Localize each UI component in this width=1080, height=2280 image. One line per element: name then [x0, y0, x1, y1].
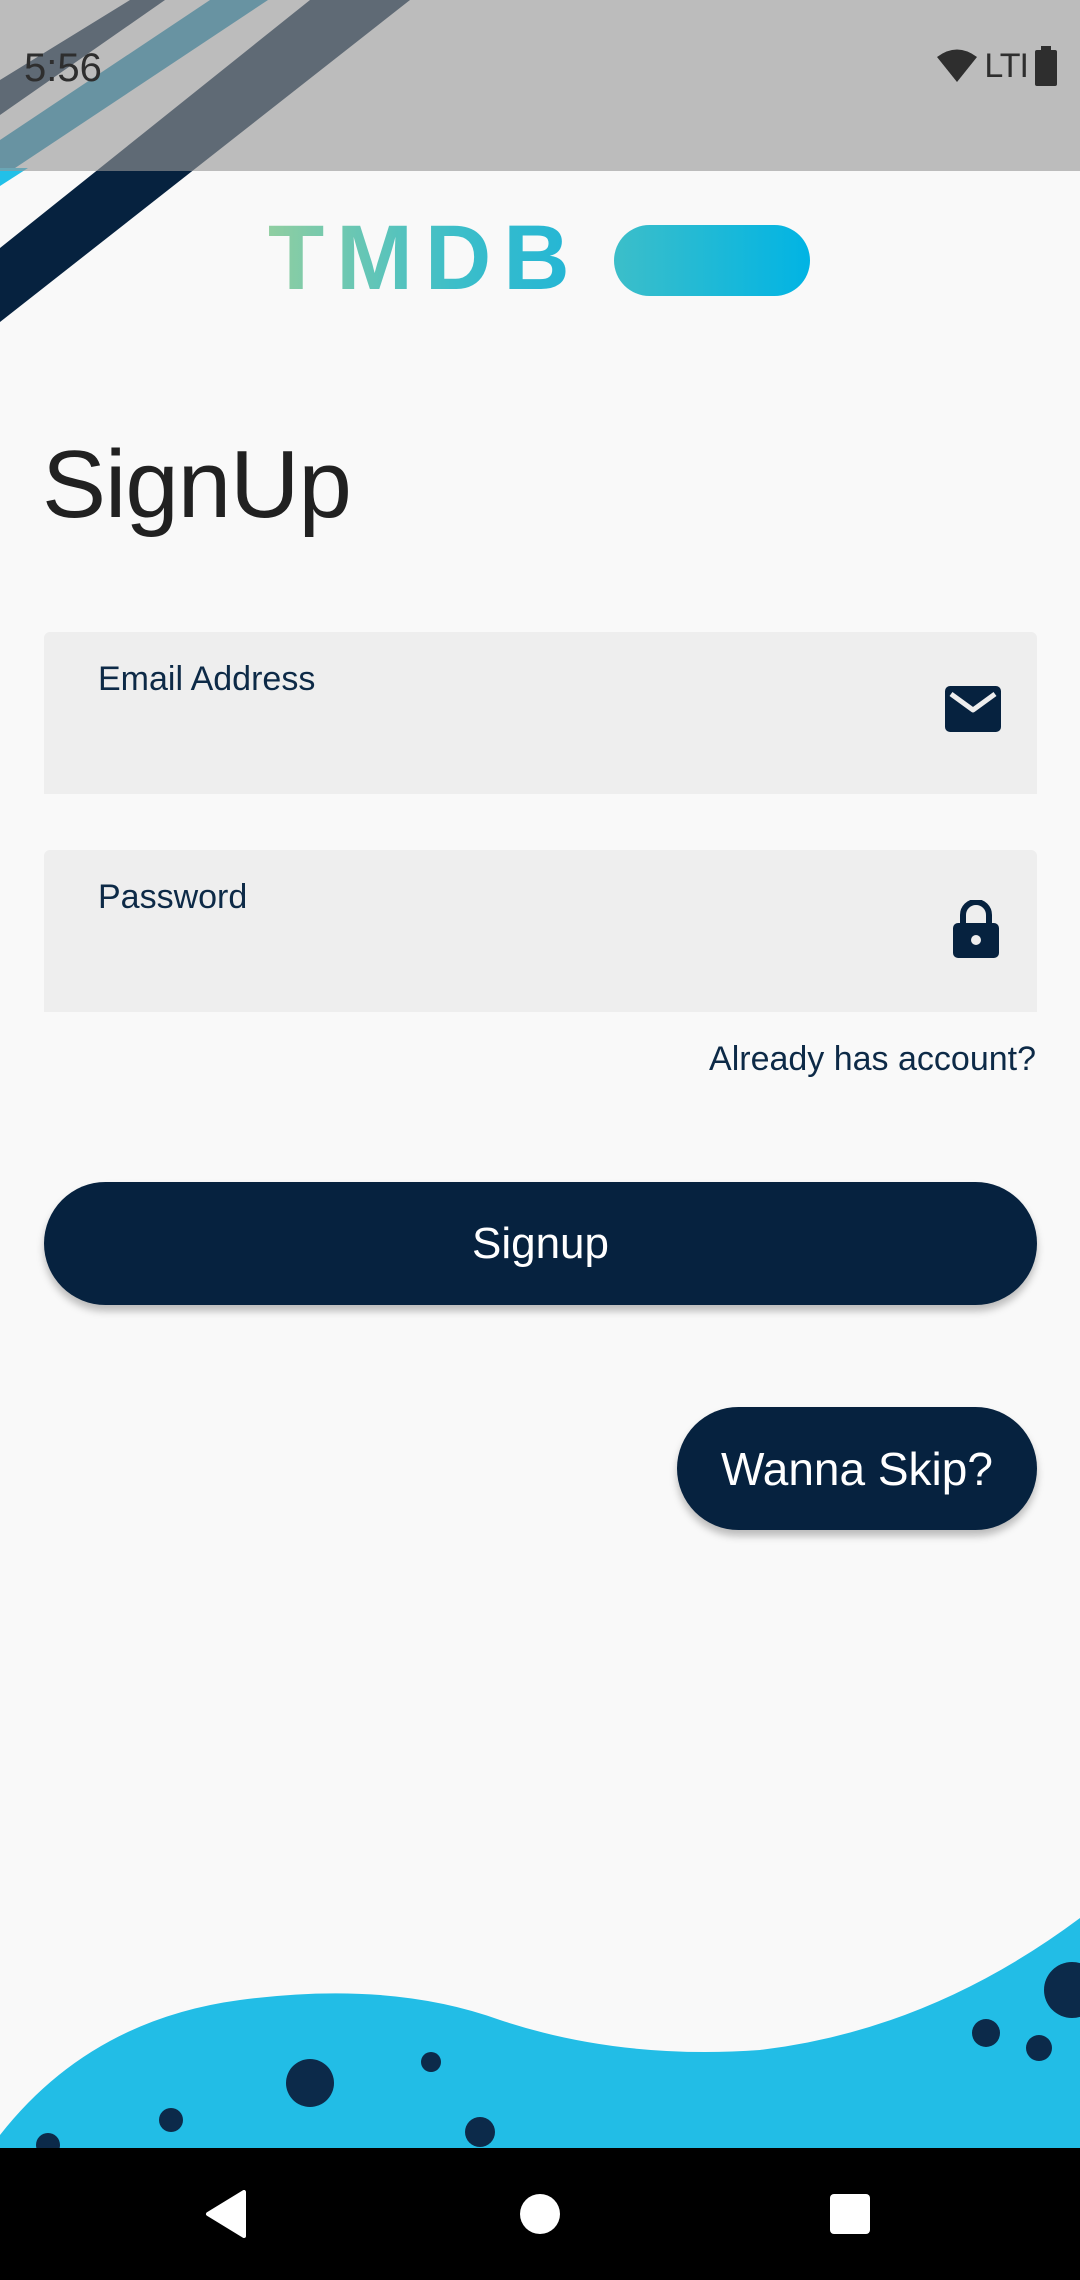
status-bar: 5:56 LTI: [0, 0, 1080, 171]
password-field[interactable]: Password: [44, 850, 1037, 1012]
page-title: SignUp: [42, 431, 352, 538]
home-icon: [520, 2194, 560, 2234]
email-field[interactable]: Email Address: [44, 632, 1037, 794]
status-time: 5:56: [24, 46, 102, 90]
skip-button[interactable]: Wanna Skip?: [677, 1407, 1037, 1530]
signup-screen: 5:56 LTI TMDB SignUp Email Address Passw…: [0, 0, 1080, 2280]
status-icons: LTI: [936, 46, 1058, 86]
password-field-label: Password: [98, 878, 248, 916]
wifi-icon: [937, 49, 978, 82]
signup-button[interactable]: Signup: [44, 1182, 1037, 1305]
home-button[interactable]: [508, 2182, 572, 2246]
battery-icon: [1035, 46, 1057, 86]
tmdb-logo: TMDB: [268, 212, 813, 304]
password-input[interactable]: [98, 930, 918, 986]
back-button[interactable]: [194, 2182, 258, 2246]
email-field-label: Email Address: [98, 660, 316, 698]
network-label: LTI: [984, 46, 1029, 85]
logo-text: TMDB: [268, 207, 582, 309]
recents-button[interactable]: [818, 2182, 882, 2246]
lock-icon: [953, 900, 999, 958]
logo-pill: [614, 225, 810, 296]
decorative-wave: [0, 1918, 1080, 2148]
email-input[interactable]: [98, 712, 918, 768]
already-account-link[interactable]: Already has account?: [709, 1040, 1036, 1079]
back-icon: [206, 2190, 246, 2238]
navigation-bar: [0, 2148, 1080, 2280]
recents-icon: [830, 2194, 870, 2234]
email-icon: [945, 686, 1001, 732]
